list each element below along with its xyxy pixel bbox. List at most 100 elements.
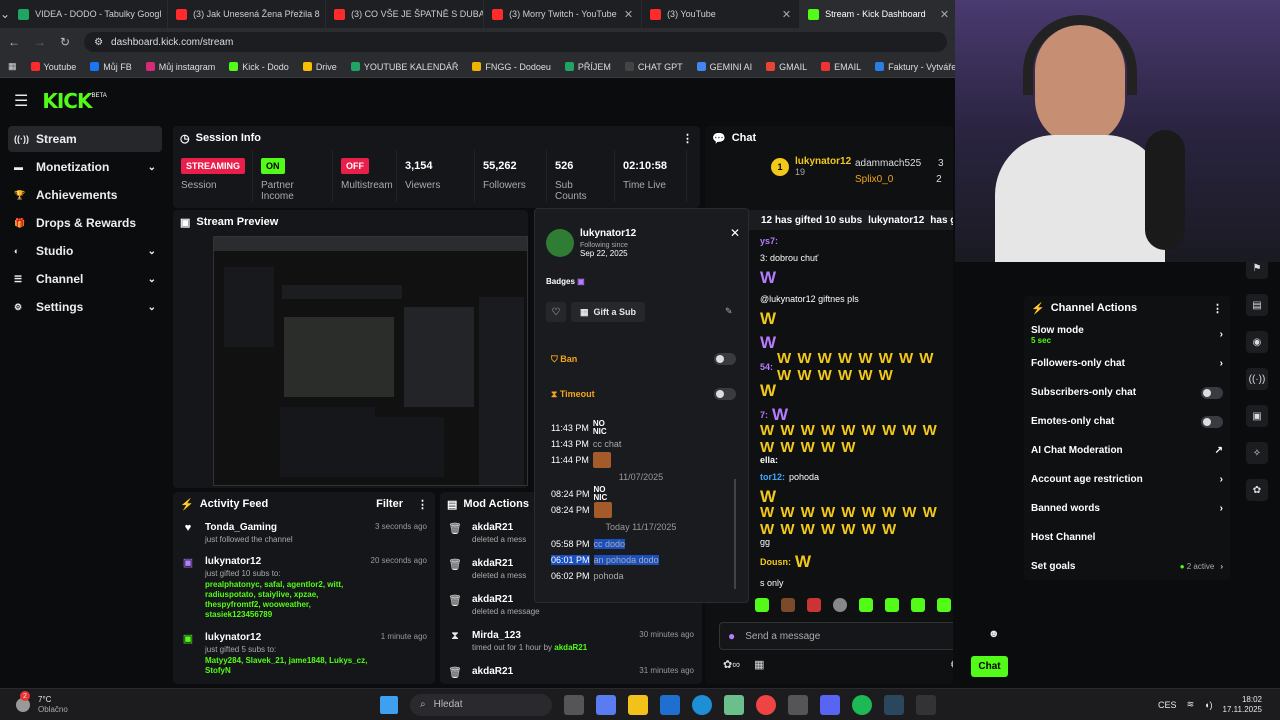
files-icon[interactable] [628,694,648,715]
chat-message[interactable]: Dousn: W [760,550,953,574]
bookmark-item[interactable]: EMAIL [821,62,861,72]
bookmark-item[interactable]: Můj FB [90,62,132,72]
chevron-right-icon[interactable]: › [1220,562,1223,571]
popup-username[interactable]: lukynator12 [580,228,636,239]
toggle-switch[interactable] [1201,415,1223,428]
mod-action-user[interactable]: Mirda_123 [472,630,629,641]
history-message[interactable]: 06:01 PM an pohoda dodo [551,552,731,568]
status-badge[interactable]: OFF [341,158,369,174]
mod-action-by[interactable]: akdaR21 [554,643,587,652]
reload-icon[interactable]: ↻ [60,35,70,49]
calculator-icon[interactable] [788,694,808,715]
top-gifter-name[interactable]: lukynator12 [795,156,851,167]
start-button[interactable] [380,695,398,714]
status-badge[interactable]: ON [261,158,285,174]
copilot-icon[interactable] [596,694,616,715]
sidebar-item-monetization[interactable]: ▬ Monetization ⌄ [8,154,162,180]
channel-action-emotes-only-chat[interactable]: Emotes-only chat [1031,407,1223,436]
chat-settings-icon[interactable]: ⚙ [950,658,953,671]
history-message[interactable]: 08:24 PM NO NIC [551,486,731,502]
browser-tab[interactable]: VIDEA - DODO - Tabulky Googl✕ [10,0,169,28]
rail-broadcast-icon[interactable]: ((·)) [1246,368,1268,390]
ban-toggle[interactable] [714,353,736,365]
gifter-name[interactable]: Splix0_0 [855,174,893,185]
channel-action-ai-chat-moderation[interactable]: AI Chat Moderation ↗ [1031,436,1223,465]
chat-username[interactable]: 54: [760,362,773,372]
chat-message[interactable]: @lukynator12 giftnes pls [760,290,953,307]
bookmark-item[interactable]: GEMINI AI [696,62,752,72]
chat-message[interactable]: W [760,266,953,290]
clock-time[interactable]: 18:02 [1223,695,1262,705]
chat-message[interactable]: W [760,307,953,331]
emote-icon[interactable]: ☻ [988,628,1000,640]
bookmark-item[interactable]: PŘÍJEM [564,62,611,72]
menu-icon[interactable]: ☰ [14,91,28,111]
rail-chat-icon[interactable]: ◉ [1246,331,1268,353]
chevron-right-icon[interactable]: › [1220,358,1223,369]
tab-close-icon[interactable]: ✕ [624,8,633,21]
filter-button[interactable]: Filter [376,498,403,510]
chat-username[interactable]: ys7: [760,236,778,246]
url-field[interactable]: ⚙ dashboard.kick.com/stream [84,32,947,52]
channel-action-account-age-restriction[interactable]: Account age restriction › [1031,465,1223,494]
bookmark-item[interactable]: Youtube [30,62,76,72]
sidebar-item-achievements[interactable]: 🏆 Achievements [8,182,162,208]
gift-sub-button[interactable]: ▦ Gift a Sub [571,302,645,322]
clock-date[interactable]: 17.11.2025 [1223,705,1262,715]
chevron-down-icon[interactable]: ⌄ [148,302,156,313]
channel-action-set-goals[interactable]: Set goals ● 2 active › [1031,552,1223,581]
history-message[interactable]: 05:58 PM cc dodo [551,536,731,552]
activity-username[interactable]: lukynator12 [205,632,371,643]
bookmark-item[interactable]: GMAIL [766,62,807,72]
stream-preview-video[interactable] [213,236,528,486]
wifi-icon[interactable]: ≋ [1187,699,1195,710]
history-message[interactable]: 11:43 PM cc chat [551,436,731,452]
store-app-icon[interactable] [724,694,744,715]
rail-layout-icon[interactable]: ▣ [1246,405,1268,427]
activity-menu-icon[interactable]: ⋮ [417,498,428,511]
status-badge[interactable]: STREAMING [181,158,245,174]
taskview-icon[interactable] [564,694,584,715]
channel-action-subscribers-only-chat[interactable]: Subscribers-only chat [1031,378,1223,407]
browser-tab[interactable]: Stream - Kick Dashboard ✕ [800,0,959,28]
sidebar-item-stream[interactable]: ((·)) Stream [8,126,162,152]
chat-username[interactable]: tor12: [760,472,785,482]
obs-icon[interactable] [916,694,936,715]
tab-search-button[interactable]: ⌄ [0,7,10,21]
spotify-icon[interactable] [852,694,872,715]
chat-username[interactable]: Dousn: [760,557,791,567]
history-scrollbar[interactable] [734,479,736,589]
site-info-icon[interactable]: ⚙ [94,37,103,48]
rail-emote-icon[interactable]: ✿ [1246,479,1268,501]
browser-tab[interactable]: (3) Jak Unesená Žena Přežila 8✕ [168,0,327,28]
bookmark-item[interactable]: Drive [302,62,337,72]
session-menu-icon[interactable]: ⋮ [682,132,693,145]
bookmark-item[interactable]: FNGG - Dodoeu [472,62,551,72]
channel-actions-menu-icon[interactable]: ⋮ [1212,302,1223,315]
channel-action-banned-words[interactable]: Banned words › [1031,494,1223,523]
chat-message[interactable]: 3: dobrou chuť [760,249,953,266]
chevron-down-icon[interactable]: ⌄ [148,274,156,285]
copy-icon[interactable]: ✎ [725,306,733,317]
apps-icon[interactable]: ▦ [8,61,17,72]
external-link-icon[interactable]: ↗ [1215,445,1223,456]
chevron-right-icon[interactable]: › [1220,474,1223,485]
browser-tab[interactable]: (3) CO VŠE JE ŠPATNĚ S DUBAJ✕ [326,0,485,28]
outlook-icon[interactable] [660,694,680,715]
chat-send-button[interactable]: Chat [971,656,1008,677]
discord-icon[interactable] [820,694,840,715]
bookmark-item[interactable]: Faktury - Vytváření [875,62,955,72]
channel-action-host-channel[interactable]: Host Channel [1031,523,1223,552]
chat-message[interactable]: ys7: [760,232,953,249]
browser-tab[interactable]: (3) Morry Twitch - YouTube ✕ [484,0,643,28]
tab-close-icon[interactable]: ✕ [940,8,949,21]
chat-message[interactable]: W W W W W W W W W W W W W W W W [760,504,953,538]
chat-message[interactable]: tor12: pohoda [760,468,953,485]
sidebar-item-drops-rewards[interactable]: 🎁 Drops & Rewards [8,210,162,236]
bookmark-item[interactable]: YOUTUBE KALENDÁŘ [350,62,458,72]
emote-picker-icon[interactable]: ✿∞ [723,658,740,671]
edge-icon[interactable] [692,694,712,715]
browser-tab[interactable]: (3) YouTube ✕ [642,0,801,28]
close-icon[interactable]: ✕ [730,226,740,240]
history-message[interactable]: 08:24 PM [551,502,731,518]
